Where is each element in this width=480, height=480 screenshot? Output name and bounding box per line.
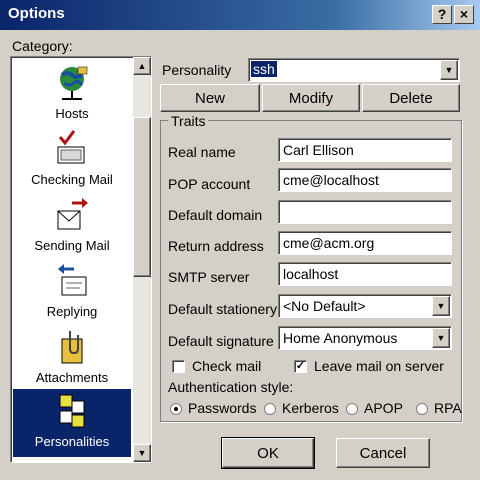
passwords-radio[interactable] xyxy=(170,403,182,415)
category-item-checking-mail[interactable]: Checking Mail xyxy=(13,129,131,187)
smtp-server-value: localhost xyxy=(283,266,339,282)
default-stationery-label: Default stationery xyxy=(168,301,277,317)
leave-mail-checkbox[interactable]: ✓ xyxy=(294,360,307,373)
scroll-down-arrow-icon[interactable]: ▼ xyxy=(133,444,151,462)
scroll-thumb[interactable] xyxy=(133,117,151,277)
category-list[interactable]: Hosts Checking Mail Sending Mail Replyin… xyxy=(10,56,152,463)
default-domain-value xyxy=(279,201,451,207)
real-name-value: Carl Ellison xyxy=(283,142,354,158)
check-mail-label: Check mail xyxy=(192,358,262,374)
pop-account-value: cme@localhost xyxy=(283,172,379,188)
default-signature-label: Default signature xyxy=(168,333,274,349)
real-name-label: Real name xyxy=(168,144,236,160)
category-item-label: Checking Mail xyxy=(31,172,113,187)
category-item-label: Replying xyxy=(46,304,98,319)
auth-style-label: Authentication style: xyxy=(168,379,294,395)
smtp-server-field[interactable]: localhost xyxy=(278,262,452,286)
smtp-server-label: SMTP server xyxy=(168,269,250,285)
delete-button-label: Delete xyxy=(389,89,433,107)
window-title: Options xyxy=(8,5,65,22)
category-label: Category: xyxy=(12,38,73,54)
kerberos-radio[interactable] xyxy=(264,403,276,415)
passwords-label: Passwords xyxy=(188,400,257,416)
pop-account-field[interactable]: cme@localhost xyxy=(278,168,452,192)
category-item-sending-mail[interactable]: Sending Mail xyxy=(13,195,131,253)
modify-button[interactable]: Modify xyxy=(262,84,360,112)
traits-title: Traits xyxy=(168,113,209,129)
chevron-down-icon[interactable]: ▼ xyxy=(432,296,450,316)
default-stationery-dropdown[interactable]: <No Default> ▼ xyxy=(278,294,452,318)
category-item-hosts[interactable]: Hosts xyxy=(13,63,131,121)
category-label-text: Category: xyxy=(12,38,73,54)
leave-mail-label: Leave mail on server xyxy=(314,358,444,374)
category-item-personalities[interactable]: Personalities xyxy=(13,389,131,457)
check-mail-checkbox[interactable] xyxy=(172,360,185,373)
category-scrollbar[interactable]: ▲ ▼ xyxy=(133,57,151,462)
personality-dropdown[interactable]: ssh ▼ xyxy=(248,58,460,82)
pop-account-label: POP account xyxy=(168,176,251,192)
new-button-label: New xyxy=(194,89,225,107)
chevron-down-icon[interactable]: ▼ xyxy=(432,328,450,348)
real-name-field[interactable]: Carl Ellison xyxy=(278,138,452,162)
delete-button[interactable]: Delete xyxy=(362,84,460,112)
sending-mail-icon xyxy=(57,198,88,230)
category-item-label: Sending Mail xyxy=(34,238,110,253)
rpa-label: RPA xyxy=(434,400,462,416)
cancel-button[interactable]: Cancel xyxy=(336,438,430,468)
apop-radio[interactable] xyxy=(346,403,358,415)
personalities-icon xyxy=(59,394,85,428)
category-item-label: Personalities xyxy=(34,434,110,449)
ok-button[interactable]: OK xyxy=(221,437,315,469)
scroll-up-arrow-icon[interactable]: ▲ xyxy=(133,57,151,75)
return-address-value: cme@acm.org xyxy=(283,235,375,251)
cancel-button-label: Cancel xyxy=(359,444,407,462)
return-address-field[interactable]: cme@acm.org xyxy=(278,231,452,255)
modify-button-label: Modify xyxy=(288,89,334,107)
chevron-down-icon[interactable]: ▼ xyxy=(440,60,458,80)
apop-label: APOP xyxy=(364,400,403,416)
title-bar xyxy=(0,0,480,30)
category-item-attachments[interactable]: Attachments xyxy=(13,327,131,385)
ok-button-label: OK xyxy=(257,444,279,462)
personality-value: ssh xyxy=(251,61,277,77)
rpa-radio[interactable] xyxy=(416,403,428,415)
paperclip-icon xyxy=(61,331,83,364)
kerberos-label: Kerberos xyxy=(282,400,339,416)
category-item-label: Attachments xyxy=(35,370,109,385)
return-address-label: Return address xyxy=(168,238,264,254)
category-item-label: Hosts xyxy=(55,106,89,121)
category-item-replying[interactable]: Replying xyxy=(13,261,131,319)
default-domain-field[interactable] xyxy=(278,200,452,224)
globe-network-icon xyxy=(60,66,88,100)
help-button[interactable]: ? xyxy=(432,5,452,24)
close-button[interactable]: × xyxy=(454,5,474,24)
replying-icon xyxy=(58,264,87,296)
default-domain-label: Default domain xyxy=(168,207,263,223)
personality-label-text: Personality xyxy=(162,62,232,78)
default-signature-value: Home Anonymous xyxy=(283,330,398,346)
default-stationery-value: <No Default> xyxy=(283,298,366,314)
default-signature-dropdown[interactable]: Home Anonymous ▼ xyxy=(278,326,452,350)
personality-label: Personality xyxy=(162,62,231,78)
new-button[interactable]: New xyxy=(160,84,260,112)
checking-mail-icon xyxy=(57,130,85,164)
